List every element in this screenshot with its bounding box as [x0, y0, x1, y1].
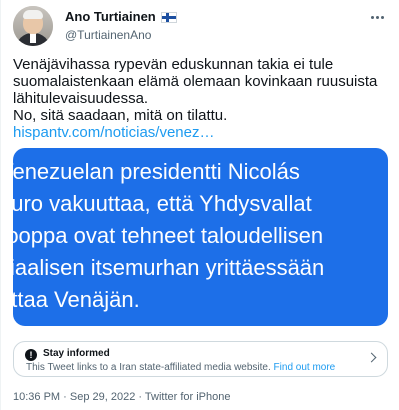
more-options-icon[interactable]	[367, 10, 387, 24]
stay-informed-notice[interactable]: ! Stay informed This Tweet links to a Ir…	[13, 341, 388, 377]
tweet-text-line-1: Venäjävihassa rypevän eduskunnan takia e…	[13, 56, 378, 107]
tweet-meta[interactable]: 10:36 PM · Sep 29, 2022 · Twitter for iP…	[13, 391, 230, 403]
author-name-text[interactable]: Ano Turtiainen	[65, 9, 156, 25]
media-line-2: duro vakuuttaa, että Yhdysvallat	[13, 191, 312, 216]
avatar[interactable]	[13, 6, 53, 46]
author-handle[interactable]: @TurtiainenAno	[65, 27, 177, 43]
author-display-name[interactable]: Ano Turtiainen	[65, 9, 177, 25]
media-line-4: siaalisen itsemurhan yrittäessään	[13, 255, 325, 280]
author-names: Ano Turtiainen @TurtiainenAno	[65, 9, 177, 43]
tweet-media-image[interactable]: Venezuelan presidentti Nicolás duro vaku…	[13, 148, 388, 326]
chevron-right-icon	[366, 352, 377, 363]
tweet-text: Venäjävihassa rypevän eduskunnan takia e…	[13, 56, 388, 141]
tweet-header: Ano Turtiainen @TurtiainenAno	[13, 6, 387, 48]
notice-title: Stay informed	[43, 348, 110, 359]
notice-description-text: This Tweet links to a Iran state-affilia…	[26, 362, 271, 373]
media-line-3: rooppa ovat tehneet taloudellisen	[13, 223, 324, 248]
notice-description: This Tweet links to a Iran state-affilia…	[26, 362, 335, 373]
find-out-more-link[interactable]: Find out more	[274, 362, 336, 373]
tweet-text-line-2: No, sitä saadaan, mitä on tilattu.	[13, 107, 228, 124]
tweet-card: Ano Turtiainen @TurtiainenAno Venäjäviha…	[0, 0, 399, 410]
media-line-5: ettaa Venäjän.	[13, 287, 140, 312]
media-caption: Venezuelan presidentti Nicolás duro vaku…	[13, 156, 388, 316]
alert-icon: !	[25, 349, 37, 361]
tweet-link[interactable]: hispantv.com/noticias/venez…	[13, 124, 214, 141]
finland-flag-icon	[160, 11, 177, 23]
media-line-1: Venezuelan presidentti Nicolás	[13, 159, 300, 184]
